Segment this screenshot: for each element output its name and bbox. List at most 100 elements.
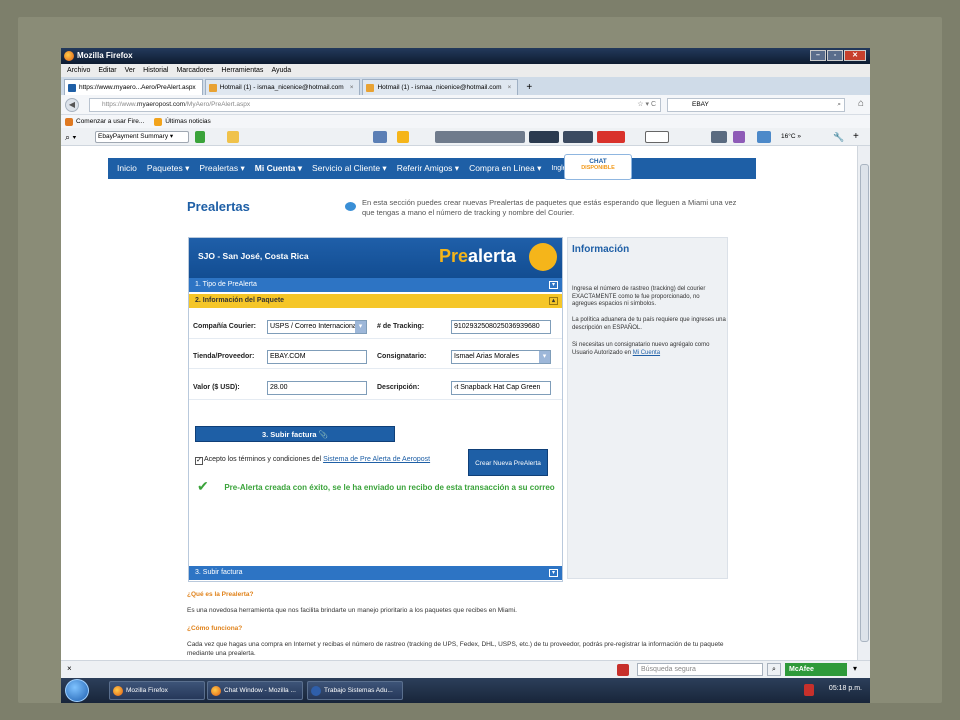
sale-addon-icon[interactable] [597,131,625,143]
courier-select[interactable]: USPS / Correo Internacional [267,320,367,334]
safe-search-input[interactable]: Búsqueda segura [637,663,763,676]
close-findbar-icon[interactable]: × [67,664,72,673]
section-info-paquete[interactable]: 2. Información del Paquete ▴ [189,294,562,308]
nav-inicio[interactable]: Inicio [112,158,142,179]
terms-link[interactable]: Sistema de Pre Alerta de Aeropost [323,456,430,463]
addon-icon[interactable] [227,131,239,143]
nav-mi-cuenta[interactable]: Mi Cuenta ▾ [250,158,307,179]
section-tipo[interactable]: 1. Tipo de PreAlerta ▾ [189,278,562,292]
tab-hotmail-2[interactable]: Hotmail (1) - ismaa_nicenice@hotmail.com… [362,79,519,95]
terms-checkbox[interactable]: ✓ [195,457,203,465]
menu-herramientas[interactable]: Herramientas [221,64,263,77]
search-icon[interactable]: ⌕ ▾ [65,131,85,143]
nav-servicio[interactable]: Servicio al Cliente ▾ [307,158,392,179]
store-input[interactable]: EBAY.COM [267,350,367,364]
addon-icon[interactable] [711,131,727,143]
create-prealert-button[interactable]: Crear Nueva PreAlerta [468,449,548,476]
green-addon-icon[interactable] [195,131,205,143]
task-firefox[interactable]: Mozilla Firefox [109,681,205,700]
weather-widget[interactable]: 16°C » [781,131,825,143]
search-icon[interactable]: ⌕ [837,99,841,111]
close-button[interactable]: ✕ [844,50,866,61]
form-row-store: Tienda/Proveedor: EBAY.COM Consignatario… [189,345,562,369]
close-tab-icon[interactable]: × [507,84,511,91]
new-tab-button[interactable]: + [522,81,536,95]
prealert-form-panel: SJO - San José, Costa Rica Prealerta 1. … [188,237,563,582]
menu-editar[interactable]: Editar [98,64,116,77]
search-bar[interactable]: EBAY ⌕ [667,98,845,112]
mcafee-badge[interactable]: McAfee [785,663,847,676]
expand-icon[interactable]: ▾ [549,569,558,577]
menu-ver[interactable]: Ver [125,64,136,77]
back-button[interactable]: ◀ [65,98,79,112]
section-label: 2. Información del Paquete [195,297,285,304]
minimize-button[interactable]: – [810,50,826,61]
menu-historial[interactable]: Historial [143,64,168,77]
menu-marcadores[interactable]: Marcadores [176,64,213,77]
player-addon-icon[interactable] [435,131,525,143]
logo-alerta: alerta [468,246,517,266]
mcafee-tray-icon[interactable] [804,684,814,696]
plus-icon[interactable]: + [853,131,865,143]
info-icon [345,202,356,211]
addon-icon[interactable] [757,131,771,143]
task-chat[interactable]: Chat Window - Mozilla ... [207,681,303,700]
nav-prealertas[interactable]: Prealertas ▾ [194,158,249,179]
bookmark-star-icon[interactable]: ☆ ▾ C [637,99,656,111]
bookmark-comenzar[interactable]: Comenzar a usar Fire... [65,115,144,128]
addon-icon[interactable] [733,131,745,143]
menu-ayuda[interactable]: Ayuda [271,64,291,77]
nav-compra[interactable]: Compra en Línea ▾ [464,158,546,179]
tab-prealert[interactable]: https://www.myaero...Aero/PreAlert.aspx [64,79,203,95]
addon-icon[interactable] [373,131,387,143]
page-title: Prealertas [187,199,250,214]
vertical-scrollbar[interactable] [857,146,870,660]
pc-addon-icon[interactable] [529,131,559,143]
scroll-thumb[interactable] [860,164,869,642]
bookmark-noticias[interactable]: Últimas noticias [154,115,211,128]
ebay-dropdown[interactable]: EbayPayment Summary ▾ [95,131,189,143]
menu-bar: Archivo Editar Ver Historial Marcadores … [61,64,870,77]
url-path: /MyAero/PreAlert.aspx [185,101,251,108]
collapse-icon[interactable]: ▴ [549,297,558,305]
window-title: Mozilla Firefox [77,51,133,60]
menu-archivo[interactable]: Archivo [67,64,90,77]
task-label: Trabajo Sistemas Adu... [324,687,393,694]
tracking-input[interactable]: 9102932508025036939680 [451,320,551,334]
consignee-label: Consignatario: [377,353,427,360]
chevron-down-icon[interactable]: ▾ [853,664,857,673]
info-title: Información [572,244,630,255]
nav-paquetes[interactable]: Paquetes ▾ [142,158,195,179]
consignee-select[interactable]: Ismael Arias Morales [451,350,551,364]
task-word[interactable]: Trabajo Sistemas Adu... [307,681,403,700]
tab-hotmail-1[interactable]: Hotmail (1) - ismaa_nicenice@hotmail.com… [204,79,361,95]
task-label: Mozilla Firefox [126,687,168,694]
faq-answer-1: Es una novedosa herramienta que nos faci… [187,607,517,614]
info-sidebar: Información Ingresa el número de rastreo… [567,237,728,579]
success-check-icon: ✔ [197,478,209,494]
upload-invoice-button[interactable]: 3. Subir factura 📎 [195,426,395,442]
value-input[interactable]: 28.00 [267,381,367,395]
chat-button[interactable]: CHAT DISPONIBLE [564,154,632,180]
tv-addon-icon[interactable] [563,131,593,143]
addon-icon[interactable] [397,131,409,143]
chat-addon-icon[interactable] [645,131,669,143]
nav-referir[interactable]: Referir Amigos ▾ [392,158,464,179]
mcafee-shield-icon [617,664,629,676]
section-label: 1. Tipo de PreAlerta [195,281,257,288]
description-input[interactable]: ‹t Snapback Hat Cap Green [451,381,551,395]
maximize-button[interactable]: ▫ [827,50,843,61]
url-bar[interactable]: https://www.myaeropost.com/MyAero/PreAle… [89,98,661,112]
tab-label: Hotmail (1) - ismaa_nicenice@hotmail.com [377,84,502,91]
aeropost-favicon-icon [68,84,76,92]
expand-icon[interactable]: ▾ [549,281,558,289]
description-label: Descripción: [377,384,420,391]
start-button[interactable] [65,679,89,702]
section-subir-factura[interactable]: 3. Subir factura ▾ [189,566,562,580]
close-tab-icon[interactable]: × [350,84,354,91]
wrench-icon[interactable]: 🔧 [833,131,845,143]
search-icon[interactable]: ⌕ [767,663,781,676]
mi-cuenta-link[interactable]: Mi Cuenta [633,350,660,356]
home-icon[interactable]: ⌂ [858,98,864,109]
bookmark-label: Últimas noticias [165,118,211,125]
